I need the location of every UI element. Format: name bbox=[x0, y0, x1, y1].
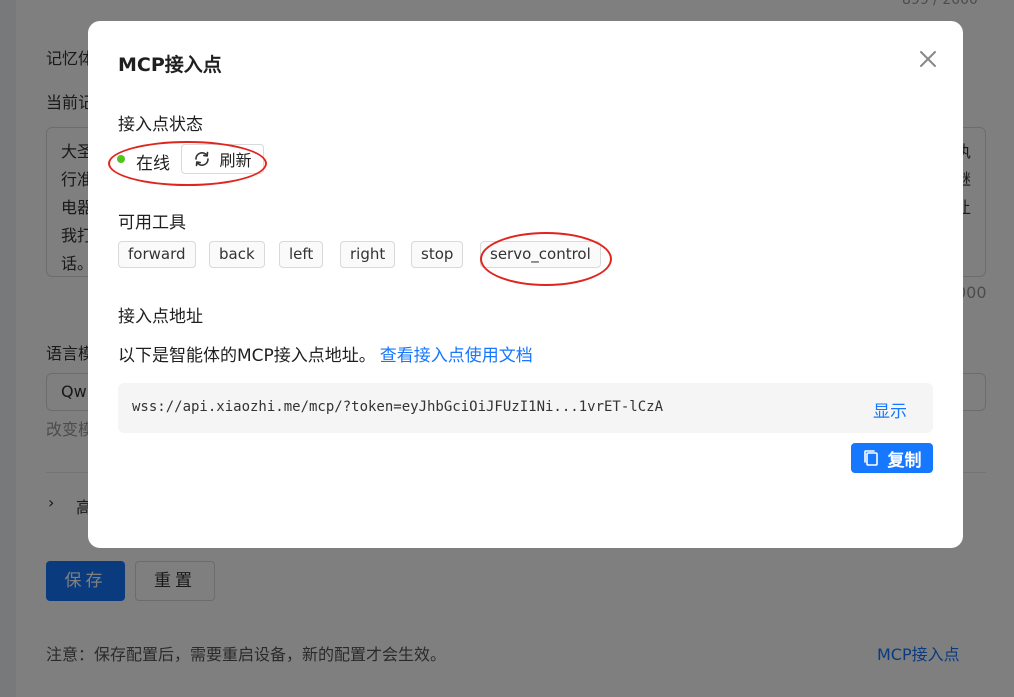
tool-tag-right: right bbox=[340, 241, 396, 268]
tool-tag-forward: forward bbox=[118, 241, 196, 268]
mcp-endpoint-modal: MCP接入点 接入点状态 在线 刷新 可用工具 forward back lef… bbox=[88, 21, 963, 548]
endpoint-url-box: wss://api.xiaozhi.me/mcp/?token=eyJhbGci… bbox=[118, 383, 933, 433]
copy-icon bbox=[863, 450, 878, 466]
docs-link[interactable]: 查看接入点使用文档 bbox=[380, 346, 533, 366]
copy-button[interactable]: 复制 bbox=[851, 443, 933, 473]
close-icon[interactable] bbox=[914, 45, 942, 73]
show-token-link[interactable]: 显示 bbox=[873, 397, 907, 422]
address-description: 以下是智能体的MCP接入点地址。 查看接入点使用文档 bbox=[118, 346, 533, 366]
copy-label: 复制 bbox=[887, 450, 922, 471]
tool-tag-stop: stop bbox=[411, 241, 464, 268]
status-section-title: 接入点状态 bbox=[118, 115, 203, 135]
endpoint-url: wss://api.xiaozhi.me/mcp/?token=eyJhbGci… bbox=[132, 399, 664, 415]
address-section-title: 接入点地址 bbox=[118, 307, 203, 327]
tools-section-title: 可用工具 bbox=[118, 213, 186, 233]
tool-tag-back: back bbox=[209, 241, 265, 268]
tool-tag-left: left bbox=[279, 241, 324, 268]
modal-title: MCP接入点 bbox=[118, 54, 222, 76]
annotation-circle-status bbox=[108, 141, 267, 186]
annotation-circle-tool bbox=[480, 232, 612, 286]
